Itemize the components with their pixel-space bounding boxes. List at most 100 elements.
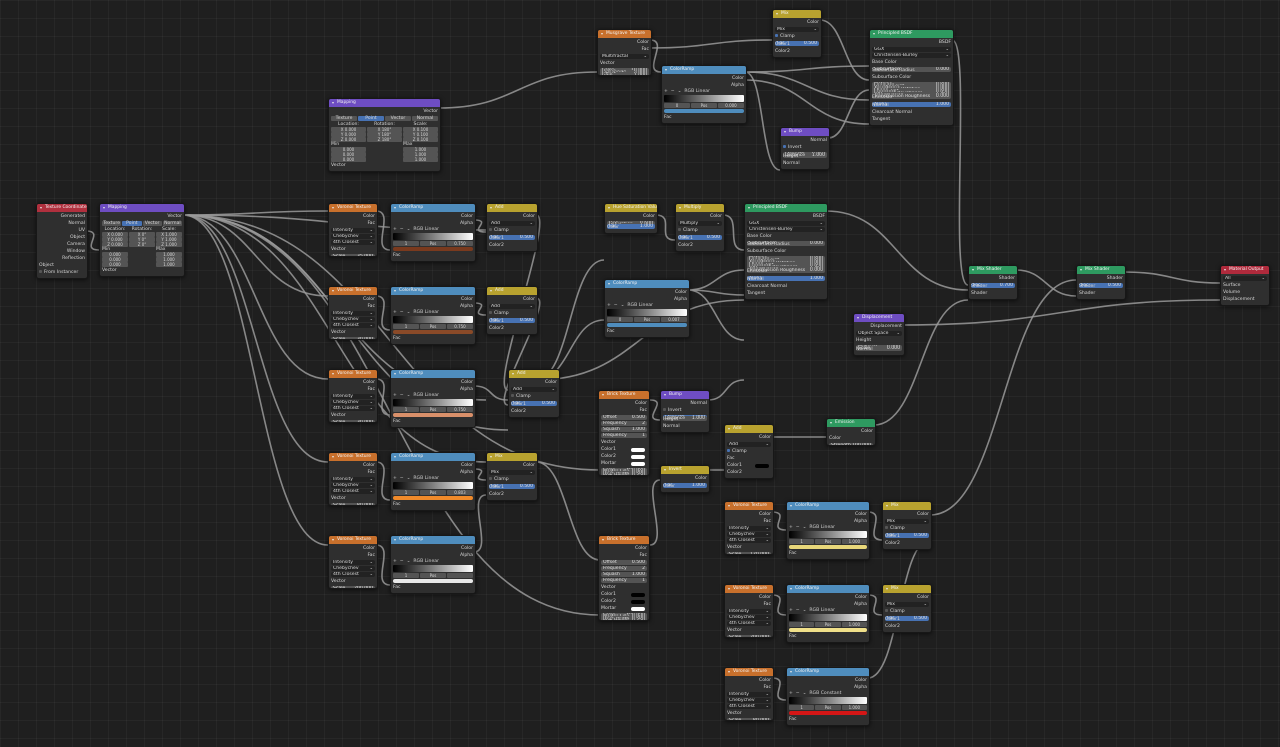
- node-header[interactable]: Add: [487, 204, 537, 212]
- node-link[interactable]: [535, 259, 605, 381]
- add-stop-icon[interactable]: +: [393, 310, 397, 315]
- dropdown-select[interactable]: Mix: [775, 27, 819, 32]
- node-header[interactable]: Material Output: [1221, 266, 1269, 274]
- remove-stop-icon[interactable]: −: [400, 227, 404, 232]
- object-row[interactable]: Object: [39, 262, 85, 269]
- color-mode[interactable]: RGB: [627, 303, 637, 308]
- node-colorramp[interactable]: ColorRamp Color Alpha + − ⌄ RGB Linear 1 Pos F…: [390, 535, 476, 594]
- color-mode[interactable]: RGB: [809, 608, 819, 613]
- dropdown-select[interactable]: Chebychev: [331, 317, 375, 322]
- stop-color-swatch[interactable]: [607, 323, 687, 327]
- checkbox[interactable]: [775, 34, 778, 37]
- node-link[interactable]: [744, 79, 870, 125]
- node-header[interactable]: ColorRamp: [662, 66, 746, 74]
- node-header[interactable]: Mix Shader: [969, 266, 1017, 274]
- checkbox[interactable]: [885, 526, 888, 529]
- add-stop-icon[interactable]: +: [393, 393, 397, 398]
- stop-position[interactable]: 0.750: [447, 241, 473, 246]
- node-mix-right[interactable]: MixColorMixClampFac0.500Color1Color2: [882, 501, 932, 550]
- mapping-type-tab[interactable]: Normal: [412, 116, 438, 121]
- color-mode[interactable]: RGB: [809, 691, 819, 696]
- menu-icon[interactable]: ⌄: [407, 476, 411, 481]
- interpolation-mode[interactable]: Linear: [821, 525, 835, 530]
- dropdown-select[interactable]: Intensity: [727, 609, 771, 614]
- node-mix-rgb[interactable]: AddColorAddClampFac0.500Color1Color2: [486, 286, 538, 335]
- remove-stop-icon[interactable]: −: [400, 559, 404, 564]
- node-link[interactable]: [649, 479, 661, 546]
- node-header[interactable]: Principled BSDF: [870, 30, 953, 38]
- node-material-output[interactable]: Material Output All Surface Volume Displacem…: [1220, 265, 1270, 306]
- checkbox-row[interactable]: Clamp: [775, 33, 819, 40]
- node-colorramp[interactable]: ColorRamp Color Alpha + − ⌄ RGB Linear 1 Pos 0…: [390, 203, 476, 262]
- checkbox[interactable]: [678, 228, 681, 231]
- node-link[interactable]: [771, 594, 787, 616]
- stop-position[interactable]: 0.007: [661, 317, 687, 322]
- node-mix-right[interactable]: MixColorMixClampFac0.500Color1Color2: [882, 584, 932, 633]
- node-mix-rgb[interactable]: MixColorMixClampFac0.500Color1Color2: [486, 452, 538, 501]
- node-header[interactable]: Displacement: [854, 314, 904, 322]
- node-header[interactable]: Voronoi Texture: [725, 668, 773, 676]
- dropdown-select[interactable]: Mix: [885, 602, 929, 607]
- node-musgrave-texture[interactable]: Musgrave Texture Color Fac Multifractal Vect…: [597, 29, 652, 76]
- mapping-type-tab[interactable]: Normal: [162, 221, 182, 226]
- ramp-gradient[interactable]: [789, 614, 867, 621]
- node-texture-coordinate[interactable]: Texture Coordinate Generated Normal UV Objec…: [36, 203, 88, 279]
- checkbox-row[interactable]: Clamp: [885, 525, 929, 532]
- color-mode[interactable]: RGB: [413, 310, 423, 315]
- node-colorramp[interactable]: ColorRamp Color Alpha + − ⌄ RGB Linear 1 Pos 0…: [390, 286, 476, 345]
- node-header[interactable]: ColorRamp: [605, 280, 689, 288]
- node-link[interactable]: [819, 19, 870, 81]
- dropdown-select[interactable]: Chebychev: [331, 483, 375, 488]
- value-field[interactable]: Frequency 2: [601, 566, 647, 571]
- node-voronoi-texture[interactable]: Voronoi Texture Color Fac IntensityChebyche…: [328, 452, 378, 506]
- value-field[interactable]: Scale 80.000: [331, 503, 375, 505]
- add-stop-icon[interactable]: +: [664, 89, 668, 94]
- color-swatch[interactable]: [631, 454, 645, 459]
- node-link[interactable]: [375, 210, 391, 251]
- node-link[interactable]: [771, 511, 787, 531]
- mapping-type-tab[interactable]: Point: [122, 221, 142, 226]
- remove-stop-icon[interactable]: −: [400, 476, 404, 481]
- node-link[interactable]: [951, 39, 969, 286]
- dropdown-select[interactable]: 4th Closest: [331, 406, 375, 411]
- stop-color-swatch[interactable]: [789, 628, 867, 632]
- node-add-low[interactable]: Add Color Add Clamp Fac Color1 Color2: [724, 424, 774, 479]
- checkbox[interactable]: [727, 449, 730, 452]
- dropdown-select[interactable]: Chebychev: [727, 698, 771, 703]
- node-header[interactable]: Hue Saturation Value: [605, 204, 657, 212]
- color-swatch[interactable]: [631, 447, 645, 452]
- ramp-gradient[interactable]: [607, 309, 687, 316]
- node-colorramp-right[interactable]: ColorRamp Color Alpha + − ⌄ RGB Constant 1 Po…: [786, 667, 870, 726]
- node-link[interactable]: [687, 289, 745, 296]
- value-field[interactable]: Scale 200.000: [331, 586, 375, 588]
- node-link[interactable]: [687, 289, 745, 341]
- dropdown-select[interactable]: Add: [511, 387, 557, 392]
- dropdown-select[interactable]: Intensity: [331, 560, 375, 565]
- node-link[interactable]: [375, 295, 391, 331]
- node-link[interactable]: [929, 279, 1077, 516]
- dropdown-select[interactable]: Multiply: [678, 221, 722, 226]
- stop-index[interactable]: 1: [789, 705, 815, 710]
- checkbox-row[interactable]: Clamp: [489, 227, 535, 234]
- stop-index[interactable]: 0: [664, 103, 690, 108]
- menu-icon[interactable]: ⌄: [407, 559, 411, 564]
- dropdown-select[interactable]: 4th Closest: [727, 704, 771, 709]
- checkbox[interactable]: [885, 609, 888, 612]
- node-header[interactable]: ColorRamp: [391, 536, 475, 544]
- node-link[interactable]: [375, 378, 391, 416]
- stop-color-swatch[interactable]: [393, 247, 473, 251]
- value-field[interactable]: Row Height 0.250: [601, 618, 647, 620]
- stop-index[interactable]: 1: [393, 324, 419, 329]
- node-header[interactable]: Texture Coordinate: [37, 204, 87, 212]
- stop-index[interactable]: 1: [789, 539, 815, 544]
- dropdown-select[interactable]: Intensity: [331, 394, 375, 399]
- stop-position[interactable]: 0.750: [447, 324, 473, 329]
- stop-color-swatch[interactable]: [789, 545, 867, 549]
- color-swatch[interactable]: [631, 461, 645, 466]
- ramp-gradient[interactable]: [393, 233, 473, 240]
- ramp-gradient[interactable]: [789, 697, 867, 704]
- stop-position[interactable]: 0.750: [447, 407, 473, 412]
- checkbox[interactable]: [489, 311, 492, 314]
- node-link[interactable]: [182, 214, 329, 297]
- interpolation-mode[interactable]: Linear: [425, 559, 439, 564]
